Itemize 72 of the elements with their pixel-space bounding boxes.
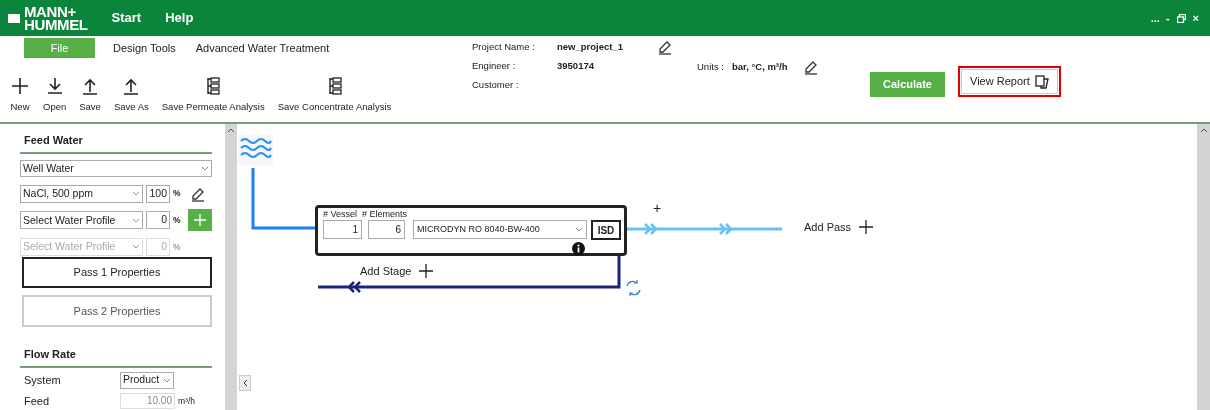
scrollbar[interactable] <box>225 124 237 410</box>
field-value: 3950174 <box>557 58 595 73</box>
report-icon <box>1034 74 1049 89</box>
field-label: # Elements <box>362 208 408 221</box>
pass-properties-button[interactable]: Pass 2 Properties <box>22 295 212 328</box>
scroll-up-icon[interactable] <box>1199 127 1208 133</box>
chevron-down-icon <box>163 377 172 383</box>
view-report-button[interactable]: View Report <box>961 69 1058 94</box>
add-permeate-button[interactable]: + <box>653 201 662 215</box>
toolbar-button[interactable]: Save Concentrate Analysis <box>277 76 392 115</box>
flow-dropdown[interactable]: Product <box>120 371 175 389</box>
field-label: Project Name : <box>472 39 536 54</box>
plus-icon <box>193 214 206 227</box>
profile-dropdown[interactable]: NaCl, 500 ppm <box>20 184 143 203</box>
toolbar-button[interactable]: Save As <box>113 76 149 115</box>
chevron-left-icon <box>242 379 248 387</box>
section-title: Feed Water <box>20 132 212 154</box>
field-label: System <box>24 372 62 388</box>
field-label: Units : <box>697 59 724 74</box>
ribbon-tab[interactable]: Design Tools <box>113 39 176 57</box>
chevron-down-icon <box>201 165 209 171</box>
chevron-down-icon <box>132 217 140 223</box>
plus-icon <box>419 264 434 279</box>
recycle-icon[interactable] <box>626 279 641 297</box>
isd-button[interactable]: ISD <box>591 220 621 240</box>
edit-icon[interactable] <box>803 59 820 75</box>
profile-dropdown[interactable]: Select Water Profile <box>20 211 143 230</box>
toolbar-button[interactable]: Open <box>43 76 67 115</box>
percent-field[interactable]: 0 <box>146 211 170 230</box>
menu-item[interactable]: Start <box>111 8 142 28</box>
source-dropdown[interactable]: Well Water <box>20 159 212 178</box>
toolbar-button[interactable]: Save <box>79 76 101 115</box>
vessel-count-field[interactable]: 1 <box>323 220 362 239</box>
unit-label: % <box>173 187 181 201</box>
field-value: new_project_1 <box>557 39 624 54</box>
pass-properties-button[interactable]: Pass 1 Properties <box>22 256 212 289</box>
chevron-down-icon <box>132 244 140 250</box>
field-label: Customer : <box>472 77 520 92</box>
scroll-up-icon[interactable] <box>227 127 235 133</box>
section-title: Flow Rate <box>20 346 212 368</box>
unit-label: m³/h <box>178 395 195 408</box>
collapse-panel-button[interactable] <box>239 375 251 391</box>
unit-label: % <box>173 240 181 254</box>
add-profile-button[interactable] <box>187 209 212 232</box>
field-label: Engineer : <box>472 58 517 73</box>
restore-icon[interactable] <box>1176 13 1186 23</box>
more-button[interactable]: ... <box>1150 9 1160 27</box>
scrollbar[interactable] <box>1197 124 1210 410</box>
field-label: # Vessel <box>323 208 358 221</box>
edit-icon[interactable] <box>657 39 673 55</box>
info-icon[interactable] <box>572 242 585 255</box>
menu-item[interactable]: Help <box>165 8 194 28</box>
plus-icon <box>10 76 30 96</box>
ribbon-tab[interactable]: Advanced Water Treatment <box>195 39 330 57</box>
close-button[interactable]: × <box>1192 9 1199 27</box>
unit-label: % <box>173 214 181 227</box>
logo-icon <box>8 13 20 23</box>
element-model-dropdown[interactable]: MICRODYN RO 8040-BW-400 <box>413 220 587 239</box>
logo-text: MANN+ HUMMEL <box>24 5 88 31</box>
element-count-field[interactable]: 6 <box>368 220 405 239</box>
chevron-down-icon <box>132 191 140 197</box>
feed-line <box>251 168 315 230</box>
add-pass-button[interactable]: Add Pass <box>804 219 874 236</box>
field-value: bar, °C, m³/h <box>731 59 788 74</box>
plus-icon <box>859 220 874 235</box>
field-label: Feed <box>24 394 51 410</box>
toolbar-button[interactable]: Save Permeate Analysis <box>161 76 265 115</box>
chevron-down-icon <box>575 227 583 232</box>
percent-field[interactable]: 100 <box>146 184 170 203</box>
add-stage-button[interactable]: Add Stage <box>360 263 434 280</box>
minimize-button[interactable]: - <box>1165 9 1170 27</box>
toolbar-button[interactable]: New <box>10 76 30 115</box>
